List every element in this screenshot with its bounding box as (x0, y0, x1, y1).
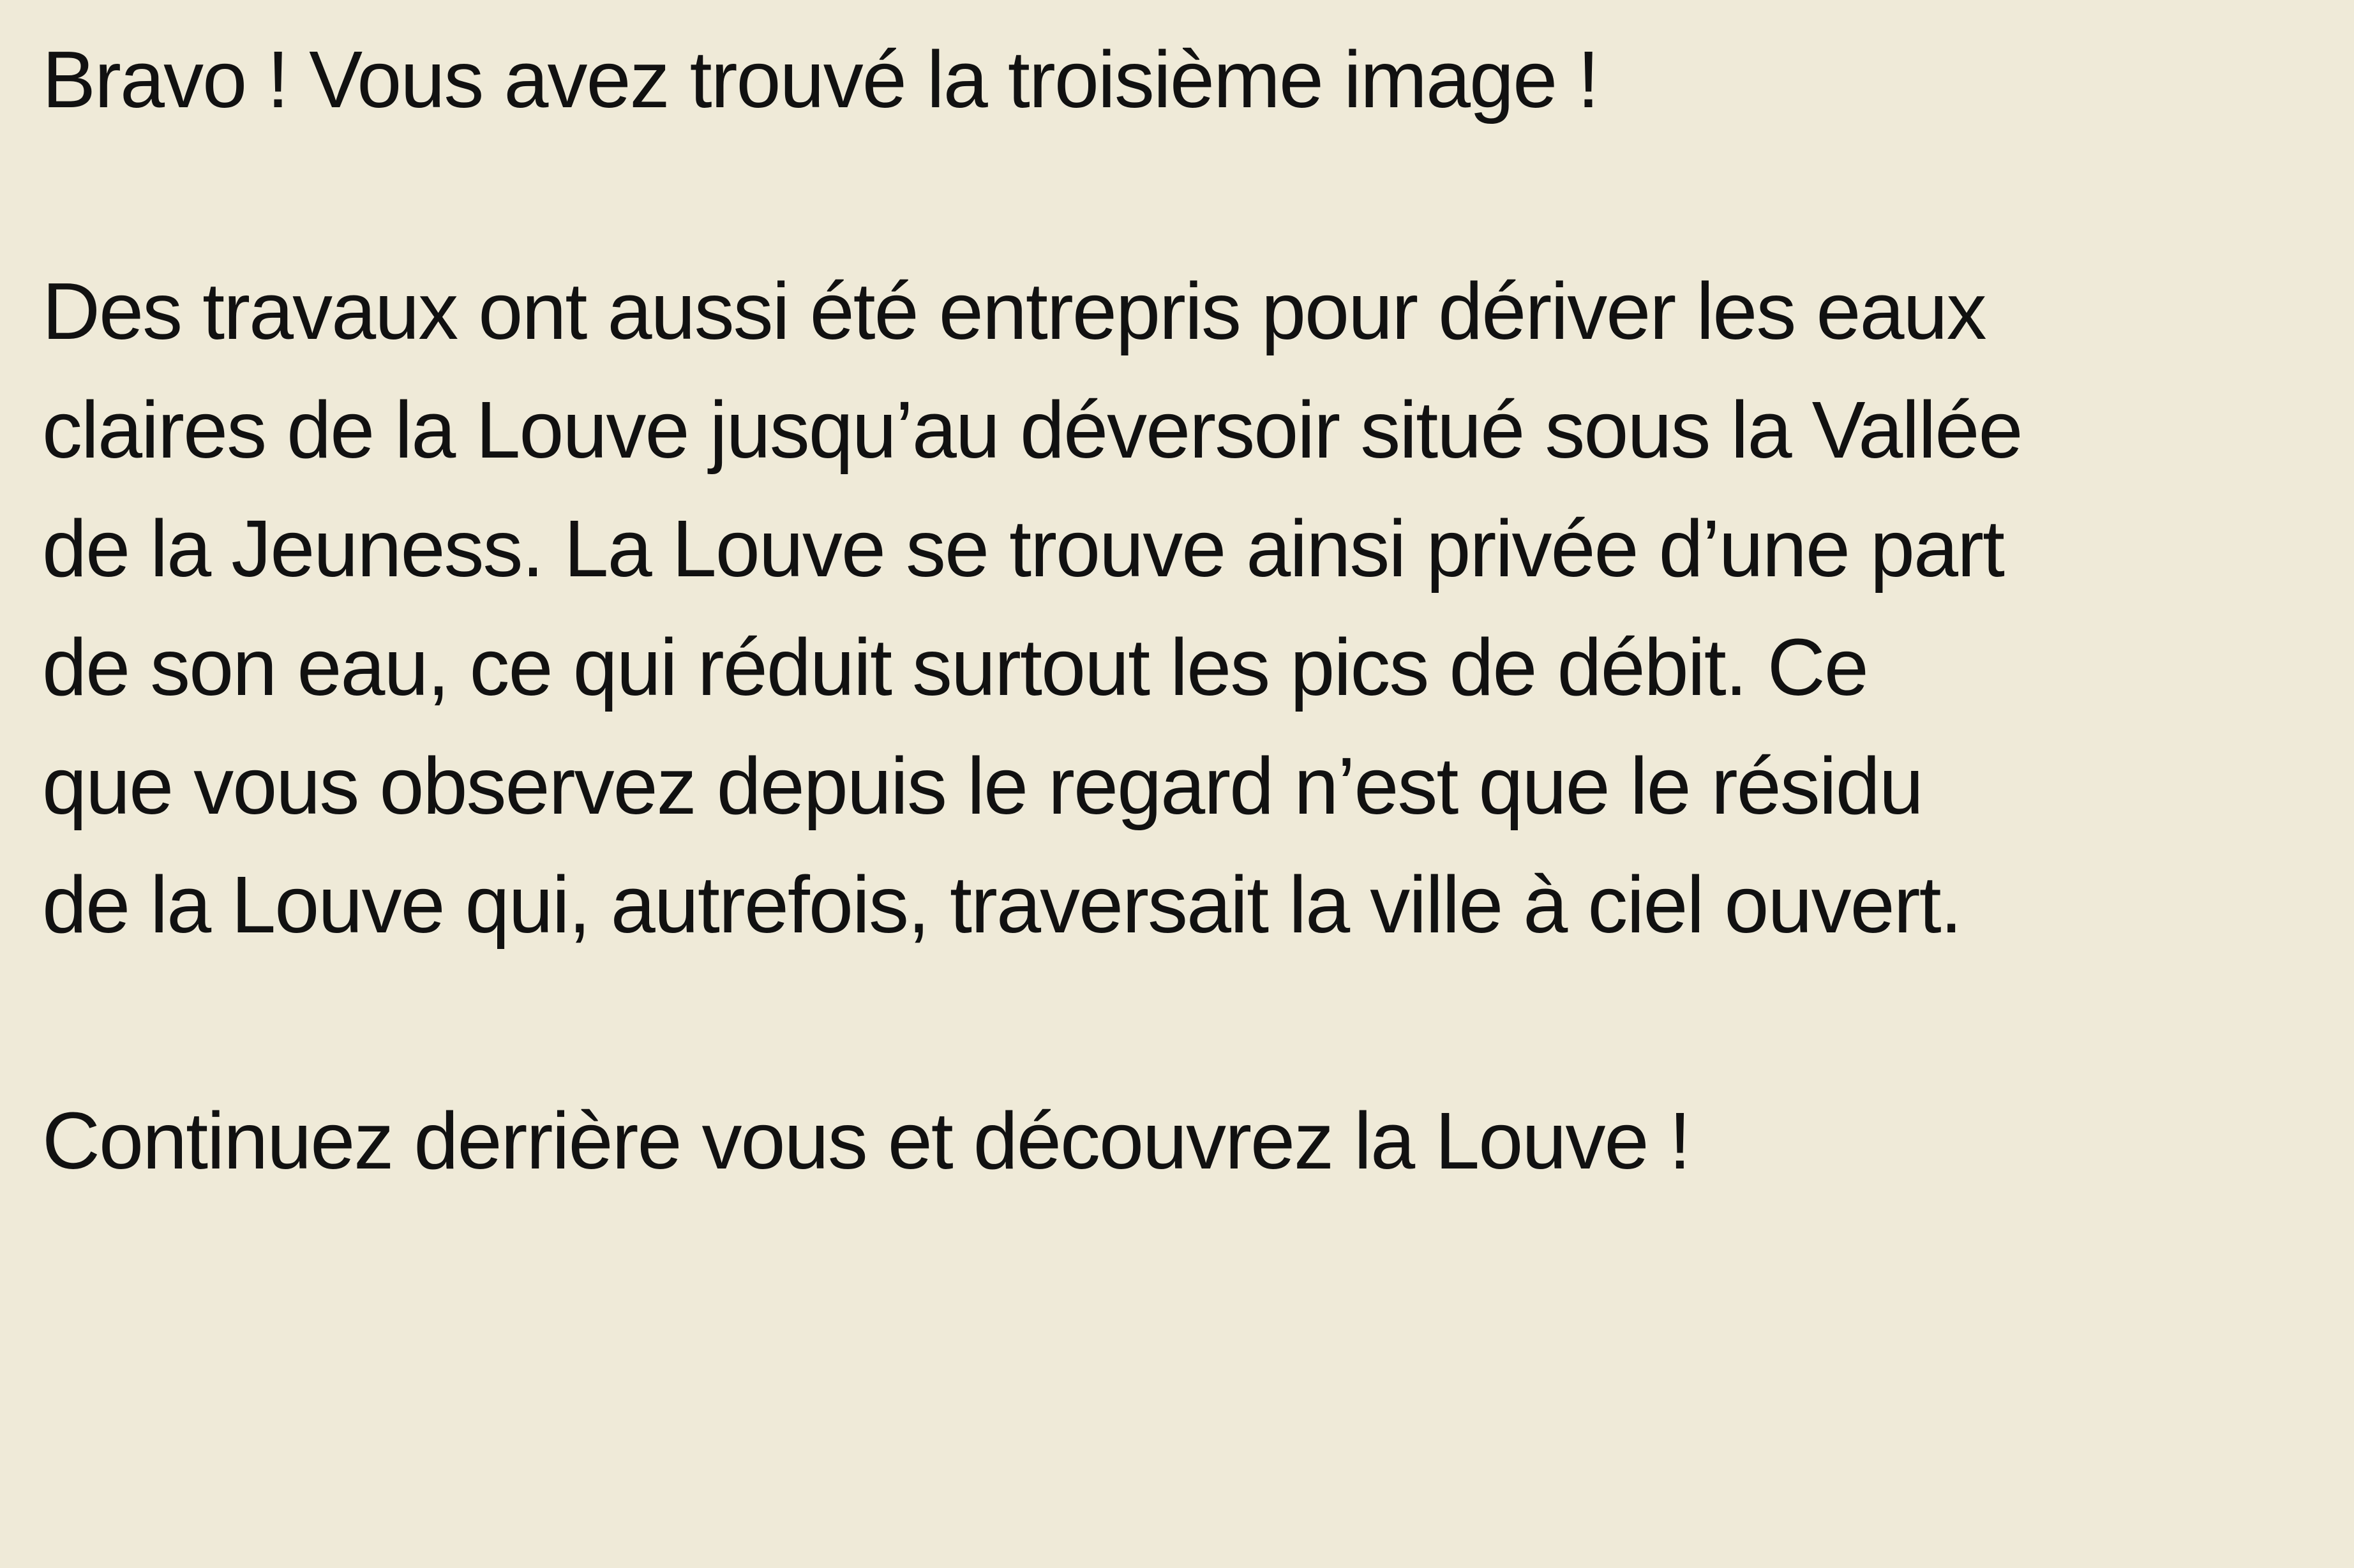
paragraph-line: que vous observez depuis le regard n’est… (42, 741, 1924, 831)
paragraph-line: de la Louve qui, autrefois, traversait l… (42, 860, 1963, 950)
paragraph-line: Des travaux ont aussi été entrepris pour… (42, 266, 1987, 356)
document-page: Bravo ! Vous avez trouvé la troisième im… (0, 0, 2354, 1568)
paragraph-line: de son eau, ce qui réduit surtout les pi… (42, 622, 1869, 712)
closing-line: Continuez derrière vous et découvrez la … (42, 1096, 1691, 1186)
page-title: Bravo ! Vous avez trouvé la troisième im… (42, 34, 1600, 124)
paragraph-line: de la Jeuness. La Louve se trouve ainsi … (42, 504, 2005, 594)
paragraph-line: claires de la Louve jusqu’au déversoir s… (42, 385, 2023, 475)
